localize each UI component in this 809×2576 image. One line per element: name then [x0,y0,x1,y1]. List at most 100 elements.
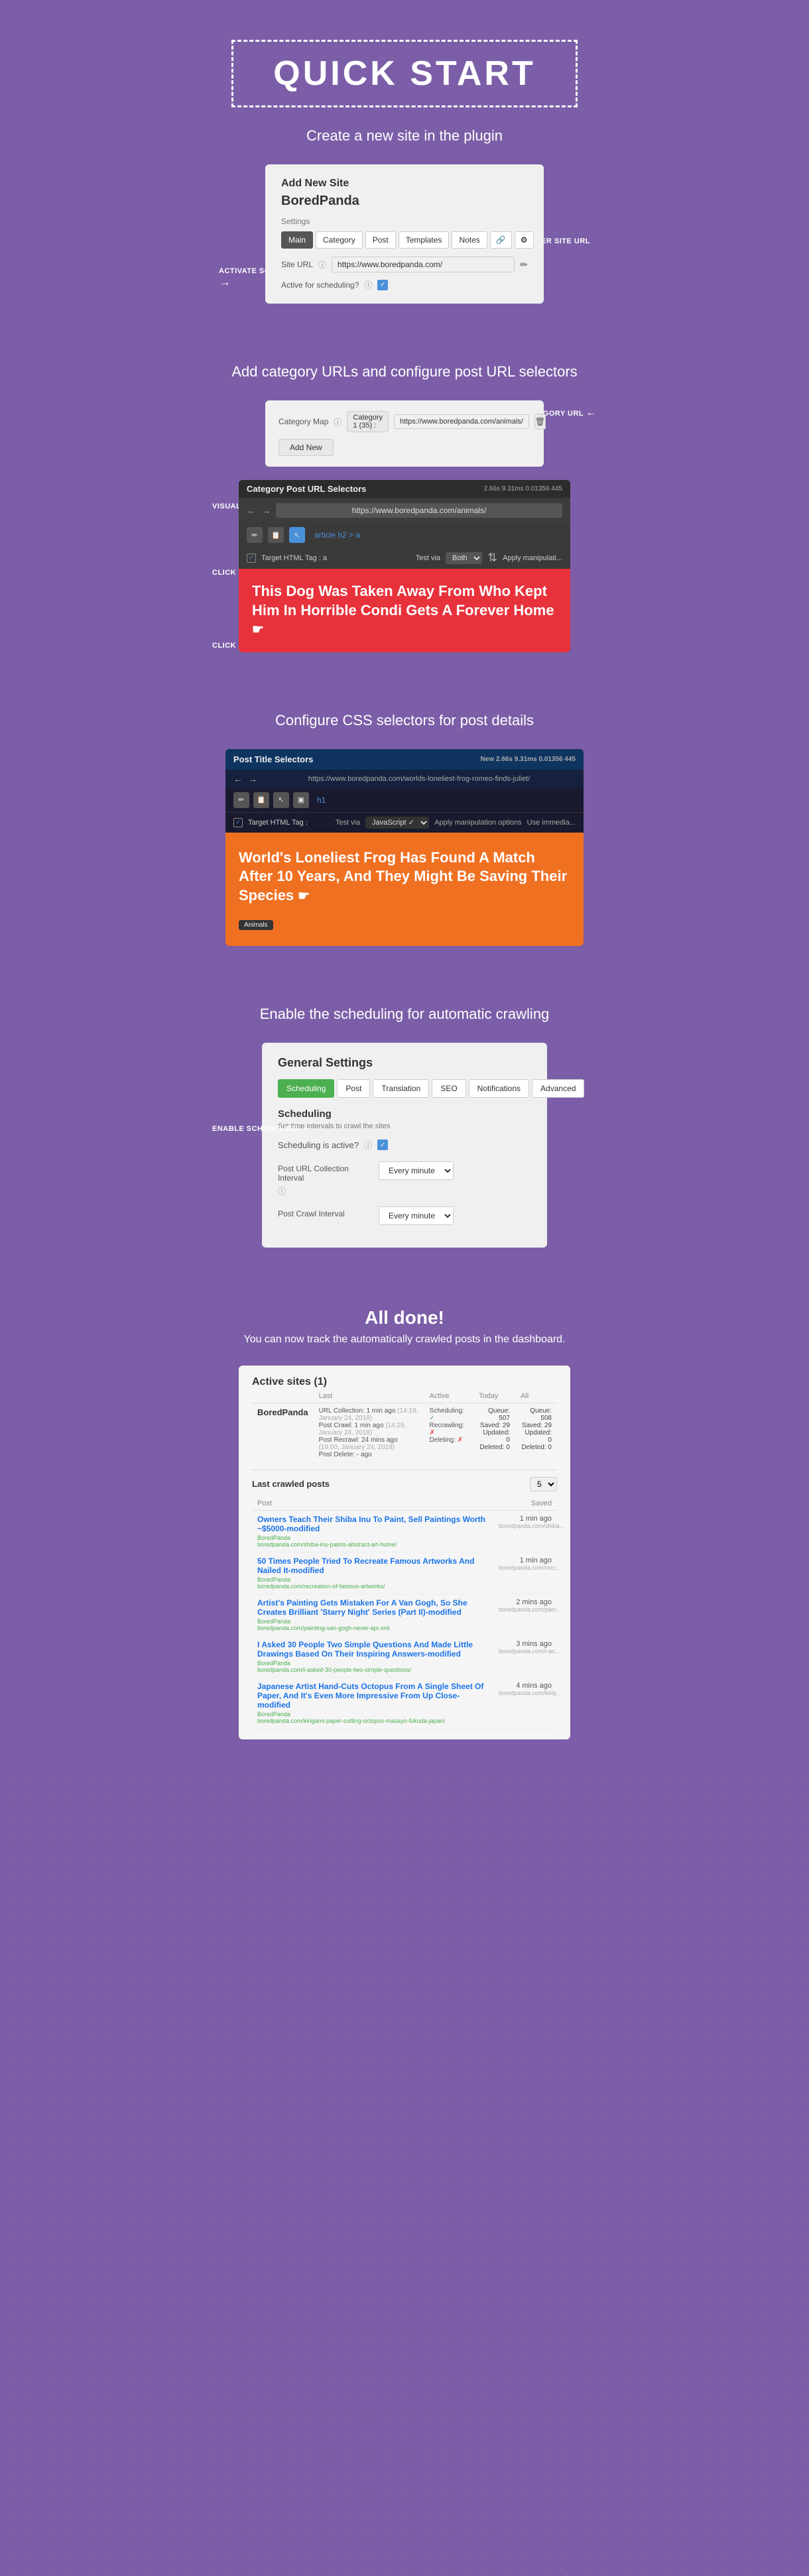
post-link-5[interactable]: Japanese Artist Hand-Cuts Octopus From A… [257,1682,488,1710]
post-link-1[interactable]: Owners Teach Their Shiba Inu To Paint, S… [257,1515,488,1533]
post-url-1: boredpanda.com/shiba-inu-paints-abstract… [257,1541,488,1548]
col-today: Today [473,1389,515,1403]
browser-stats: 2.66s 9.31ms 0.01356 445 [484,485,562,493]
scheduling-active-row: Scheduling is active? ⓘ ✓ [278,1140,531,1151]
site-url-row: Site URL ⓘ https://www.boredpanda.com/ ✏ [281,257,528,272]
target-html-label: Target HTML Tag : a [261,554,327,562]
pencil-icon[interactable]: ✏ [247,527,263,543]
category-url-input[interactable]: https://www.boredpanda.com/animals/ [394,414,529,429]
post-link-2[interactable]: 50 Times People Tried To Recreate Famous… [257,1556,488,1575]
post-row: Owners Teach Their Shiba Inu To Paint, S… [252,1510,557,1552]
today-deleted: Deleted: 0 [479,1444,510,1451]
col-all: All [515,1389,557,1403]
category-info-icon: ⓘ [334,416,342,428]
saved-time-5: 4 mins ago boredpanda.com/kirig... [493,1677,557,1728]
post-url-4: boredpanda.com/i-asked-30-people-two-sim… [257,1667,488,1673]
site-url-value[interactable]: https://www.boredpanda.com/ [332,257,515,272]
dark-url-text[interactable]: https://www.boredpanda.com/worlds-loneli… [263,775,576,783]
url-bar[interactable]: https://www.boredpanda.com/animals/ [276,503,562,518]
general-settings-card: General Settings Scheduling Post Transla… [262,1043,547,1248]
target-html-checkbox[interactable]: ✓ [247,554,256,563]
settings-tabs: Main Category Post Templates Notes 🔗 ⚙ [281,231,528,249]
active-cell: Scheduling: ✓ Recrawling: ✗ Deleting: ✗ [424,1403,473,1462]
dark-selector: h1 [317,795,326,805]
post-title-selector-browser: Post Title Selectors New 2.66s 9.31ms 0.… [225,749,584,946]
orange-cursor-icon: ☛ [298,889,310,904]
url-collection-interval-row: Post URL CollectionInterval ⓘ Every minu… [278,1161,531,1197]
all-deleted: Deleted: 0 [521,1444,552,1451]
all-done-desc: You can now track the automatically craw… [27,1334,782,1346]
site-row-boredpanda: BoredPanda URL Collection: 1 min ago (14… [252,1403,557,1462]
browser-title: Category Post URL Selectors [247,484,366,494]
tab-notifications[interactable]: Notifications [469,1079,529,1098]
saved-time-4: 3 mins ago boredpanda.com/i-as... [493,1635,557,1677]
last-cell: URL Collection: 1 min ago (14:19, Januar… [314,1403,424,1462]
trash-button[interactable]: 🗑 [534,414,546,430]
col-last: Last [314,1389,424,1403]
crawl-interval-row: Post Crawl Interval Every minute [278,1206,531,1225]
tab-scheduling[interactable]: Scheduling [278,1079,334,1098]
post-link-3[interactable]: Artist's Painting Gets Mistaken For A Va… [257,1598,488,1617]
main-title: QUICK START [273,54,535,93]
saved-time-1: 1 min ago boredpanda.com/shiba... [493,1510,557,1552]
scheduling-active-label: Scheduling is active? [278,1140,359,1150]
url-interval-label: Post URL CollectionInterval [278,1161,371,1183]
cursor-icon[interactable]: ↖ [289,527,305,543]
test-via-select[interactable]: Both [446,552,482,564]
tab-main[interactable]: Main [281,231,313,249]
tab-seo[interactable]: SEO [432,1079,466,1098]
section-dashboard: All done! You can now track the automati… [0,1281,809,1779]
scheduling-label: Active for scheduling? [281,280,359,290]
tab-post[interactable]: Post [365,231,396,249]
post-title-bar: Post Title Selectors New 2.66s 9.31ms 0.… [225,749,584,770]
today-updated: Updated: 0 [479,1429,510,1444]
active-deleting: Deleting: ✗ [430,1436,468,1444]
active-sites-title: Active sites (1) [252,1376,557,1388]
dark-url-row: ← → https://www.boredpanda.com/worlds-lo… [225,770,584,788]
tab-category[interactable]: Category [316,231,363,249]
post-row: Artist's Painting Gets Mistaken For A Va… [252,1594,557,1635]
last-post-recrawl: Post Recrawl: 24 mins ago (19:00, Januar… [319,1436,419,1451]
tab-post[interactable]: Post [337,1079,370,1098]
browser-navigation-bar: ← → https://www.boredpanda.com/animals/ [239,498,570,523]
dashboard-card: Active sites (1) Last Active Today All B… [239,1366,570,1739]
site-name-cell: BoredPanda [257,1407,308,1417]
url-interval-select[interactable]: Every minute [379,1161,454,1180]
dark-copy-icon[interactable]: 📋 [253,792,269,808]
post-browser-stats: New 2.66s 9.31ms 0.01356 445 [481,756,576,763]
dark-select-icon[interactable]: ▣ [293,792,309,808]
back-btn[interactable]: ← [247,505,256,516]
last-post-crawl: Post Crawl: 1 min ago (14:29, January 24… [319,1422,419,1436]
browser-content-area: This Dog Was Taken Away From Who Kept Hi… [239,569,570,652]
url-interval-info: ⓘ [278,1187,286,1196]
dark-test-via-select[interactable]: JavaScript ✓ [365,817,429,829]
tab-templates[interactable]: Templates [399,231,450,249]
dark-target-checkbox[interactable]: ✓ [233,818,243,827]
post-link-4[interactable]: I Asked 30 People Two Simple Questions A… [257,1640,488,1659]
add-new-button[interactable]: Add New [279,439,334,456]
scheduling-info-icon: ⓘ [364,279,372,290]
test-via-label: Test via [416,554,440,562]
tab-translation[interactable]: Translation [373,1079,429,1098]
scheduling-row: Active for scheduling? ⓘ ✓ [281,279,528,290]
site-name: BoredPanda [281,194,528,209]
dark-forward-btn[interactable]: → [248,774,257,784]
post-row: Japanese Artist Hand-Cuts Octopus From A… [252,1677,557,1728]
dark-cursor-icon[interactable]: ↖ [273,792,289,808]
tab-advanced[interactable]: Advanced [532,1079,584,1098]
last-crawled-header: Last crawled posts 5 [252,1477,557,1492]
scheduling-active-checkbox[interactable]: ✓ [377,1140,388,1150]
dark-test-via-label: Test via [336,819,360,827]
crawl-interval-select[interactable]: Every minute [379,1206,454,1225]
edit-icon: ✏ [520,259,528,270]
add-new-site-card: Add New Site BoredPanda Settings Main Ca… [265,164,544,304]
dark-back-btn[interactable]: ← [233,774,243,784]
page-size-select[interactable]: 5 [530,1477,557,1492]
dark-pencil-icon[interactable]: ✏ [233,792,249,808]
orange-headline: World's Loneliest Frog Has Found A Match… [239,849,570,906]
scheduling-checkbox[interactable]: ✓ [377,280,388,290]
forward-btn[interactable]: → [261,505,271,516]
tab-notes[interactable]: Notes [452,231,487,249]
copy-icon[interactable]: 📋 [268,527,284,543]
active-sites-table: Last Active Today All BoredPanda URL Col… [252,1389,557,1463]
